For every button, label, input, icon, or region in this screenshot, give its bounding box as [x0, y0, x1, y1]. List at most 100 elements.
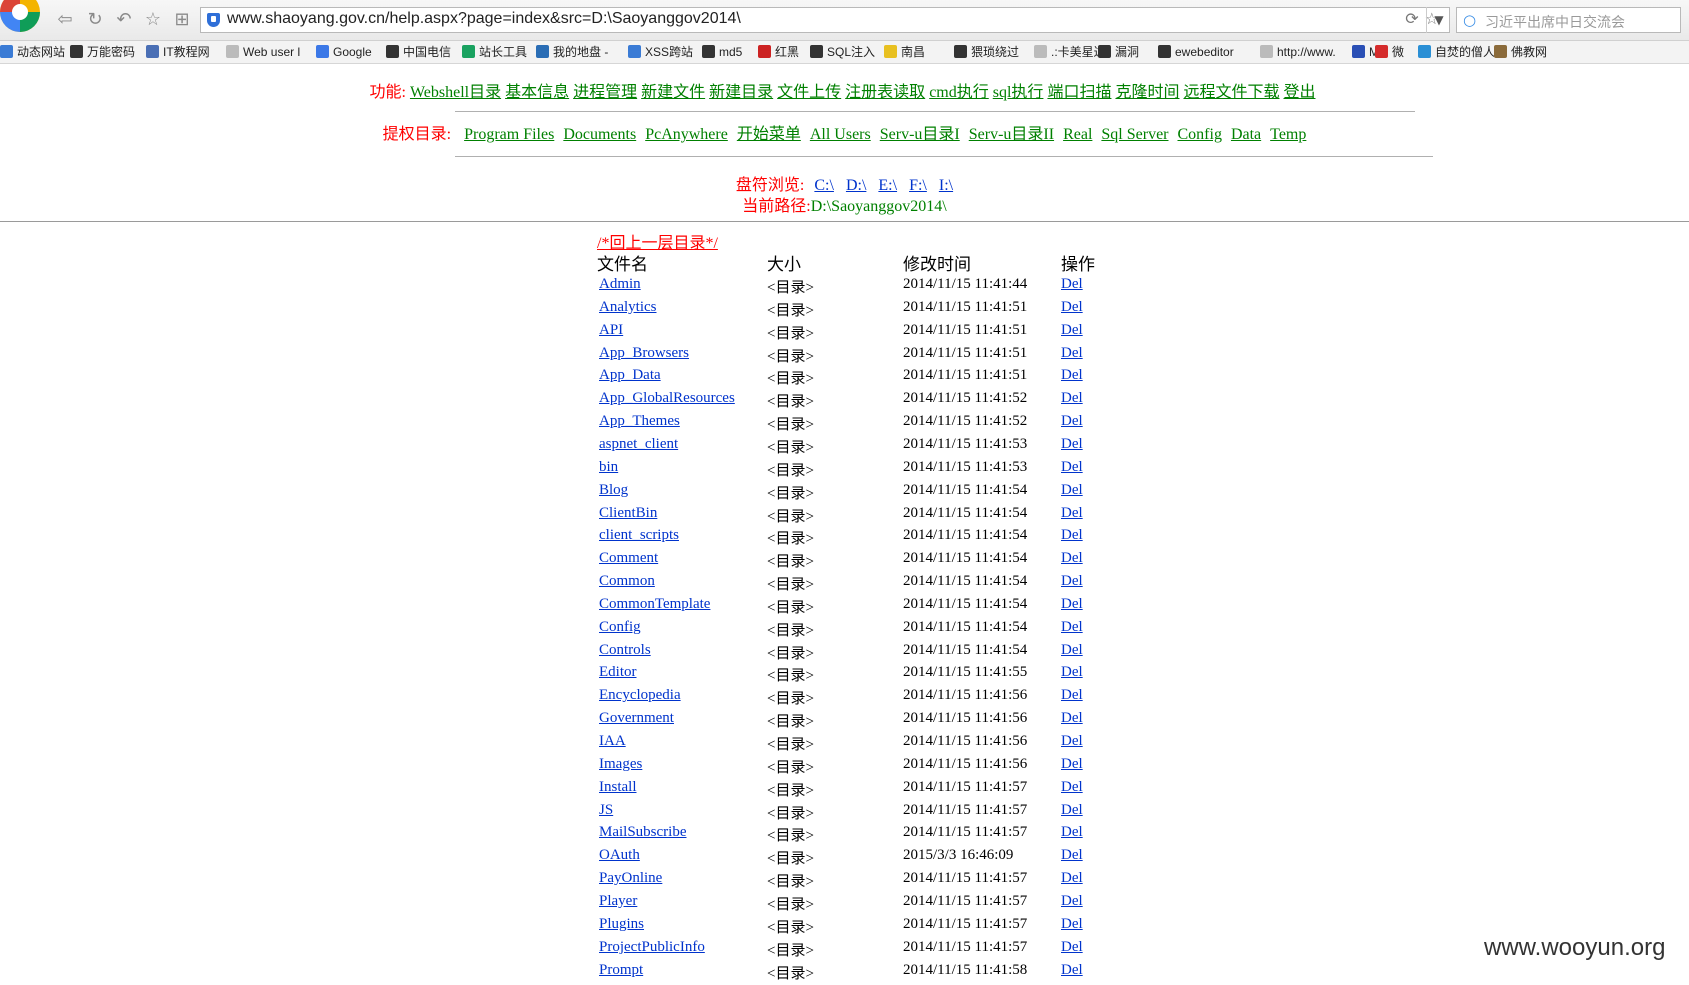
delete-link[interactable]: Del: [1061, 390, 1083, 407]
folder-name-link[interactable]: MailSubscribe: [599, 824, 687, 841]
privilege-dir-link[interactable]: Serv-u目录I: [880, 126, 960, 143]
folder-name-link[interactable]: Comment: [599, 550, 658, 567]
folder-name-link[interactable]: bin: [599, 459, 618, 476]
folder-name-link[interactable]: Config: [599, 619, 641, 636]
folder-name-link[interactable]: Analytics: [599, 299, 657, 316]
grid-icon[interactable]: ⊞: [171, 9, 193, 31]
folder-name-link[interactable]: IAA: [599, 733, 626, 750]
delete-link[interactable]: Del: [1061, 299, 1083, 316]
bookmark-item[interactable]: Google: [316, 43, 372, 61]
bookmark-item[interactable]: IT教程网: [146, 43, 210, 61]
function-link[interactable]: 登出: [1283, 84, 1315, 101]
privilege-dir-link[interactable]: Temp: [1270, 126, 1306, 143]
bookmark-item[interactable]: 万能密码: [70, 43, 135, 61]
function-link[interactable]: 远程文件下载: [1183, 84, 1279, 101]
bookmark-item[interactable]: 猥琐绕过: [954, 43, 1019, 61]
function-link[interactable]: 基本信息: [505, 84, 569, 101]
folder-name-link[interactable]: App_GlobalResources: [599, 390, 735, 407]
folder-name-link[interactable]: client_scripts: [599, 527, 679, 544]
delete-link[interactable]: Del: [1061, 505, 1083, 522]
favorite-icon[interactable]: ☆: [142, 9, 164, 31]
address-dropdown-chevron-down-icon[interactable]: ▼: [1426, 7, 1451, 33]
folder-name-link[interactable]: Install: [599, 779, 637, 796]
folder-name-link[interactable]: API: [599, 322, 623, 339]
bookmark-item[interactable]: 佛教网: [1494, 43, 1547, 61]
bookmark-item[interactable]: md5: [702, 43, 742, 61]
function-link[interactable]: 新建目录: [709, 84, 773, 101]
delete-link[interactable]: Del: [1061, 322, 1083, 339]
delete-link[interactable]: Del: [1061, 550, 1083, 567]
function-link[interactable]: cmd执行: [929, 84, 989, 101]
search-icon[interactable]: ○: [1463, 11, 1476, 29]
bookmark-item[interactable]: ewebeditor: [1158, 43, 1234, 61]
delete-link[interactable]: Del: [1061, 436, 1083, 453]
folder-name-link[interactable]: aspnet_client: [599, 436, 678, 453]
undo-icon[interactable]: ↶: [113, 9, 135, 31]
delete-link[interactable]: Del: [1061, 459, 1083, 476]
folder-name-link[interactable]: App_Data: [599, 367, 661, 384]
delete-link[interactable]: Del: [1061, 527, 1083, 544]
delete-link[interactable]: Del: [1061, 687, 1083, 704]
bookmark-item[interactable]: 我的地盘 -: [536, 43, 608, 61]
search-box[interactable]: ○ 习近平出席中日交流会: [1456, 7, 1681, 33]
delete-link[interactable]: Del: [1061, 870, 1083, 887]
search-input[interactable]: 习近平出席中日交流会: [1485, 12, 1625, 32]
privilege-dir-link[interactable]: Serv-u目录II: [969, 126, 1054, 143]
folder-name-link[interactable]: Plugins: [599, 916, 644, 933]
url-text[interactable]: www.shaoyang.gov.cn/help.aspx?page=index…: [227, 10, 741, 28]
delete-link[interactable]: Del: [1061, 779, 1083, 796]
privilege-dir-link[interactable]: Sql Server: [1101, 126, 1168, 143]
function-link[interactable]: 新建文件: [641, 84, 705, 101]
folder-name-link[interactable]: Government: [599, 710, 674, 727]
delete-link[interactable]: Del: [1061, 345, 1083, 362]
function-link[interactable]: 克隆时间: [1115, 84, 1179, 101]
delete-link[interactable]: Del: [1061, 413, 1083, 430]
folder-name-link[interactable]: Images: [599, 756, 642, 773]
delete-link[interactable]: Del: [1061, 939, 1083, 956]
delete-link[interactable]: Del: [1061, 276, 1083, 293]
folder-name-link[interactable]: ClientBin: [599, 505, 657, 522]
bookmark-item[interactable]: SQL注入: [810, 43, 875, 61]
privilege-dir-link[interactable]: Data: [1231, 126, 1261, 143]
delete-link[interactable]: Del: [1061, 619, 1083, 636]
delete-link[interactable]: Del: [1061, 573, 1083, 590]
delete-link[interactable]: Del: [1061, 596, 1083, 613]
delete-link[interactable]: Del: [1061, 824, 1083, 841]
bookmark-item[interactable]: http://www.: [1260, 43, 1336, 61]
privilege-dir-link[interactable]: Documents: [563, 126, 636, 143]
privilege-dir-link[interactable]: 开始菜单: [737, 126, 801, 143]
privilege-dir-link[interactable]: All Users: [810, 126, 871, 143]
delete-link[interactable]: Del: [1061, 847, 1083, 864]
bookmark-item[interactable]: 漏洞: [1098, 43, 1139, 61]
folder-name-link[interactable]: Blog: [599, 482, 628, 499]
back-icon[interactable]: ⇦: [54, 9, 76, 31]
privilege-dir-link[interactable]: Config: [1178, 126, 1222, 143]
folder-name-link[interactable]: Admin: [599, 276, 641, 293]
folder-name-link[interactable]: CommonTemplate: [599, 596, 710, 613]
folder-name-link[interactable]: App_Themes: [599, 413, 680, 430]
folder-name-link[interactable]: PayOnline: [599, 870, 662, 887]
function-link[interactable]: Webshell目录: [410, 84, 501, 101]
folder-name-link[interactable]: Editor: [599, 664, 637, 681]
function-link[interactable]: 文件上传: [777, 84, 841, 101]
folder-name-link[interactable]: JS: [599, 802, 613, 819]
compat-mode-icon[interactable]: ⟳: [1405, 9, 1424, 28]
privilege-dir-link[interactable]: Real: [1063, 126, 1092, 143]
privilege-dir-link[interactable]: PcAnywhere: [645, 126, 728, 143]
delete-link[interactable]: Del: [1061, 916, 1083, 933]
bookmark-item[interactable]: Web user l: [226, 43, 300, 61]
delete-link[interactable]: Del: [1061, 482, 1083, 499]
function-link[interactable]: 端口扫描: [1047, 84, 1111, 101]
bookmark-item[interactable]: .:卡美星达: [1034, 43, 1106, 61]
delete-link[interactable]: Del: [1061, 642, 1083, 659]
delete-link[interactable]: Del: [1061, 756, 1083, 773]
folder-name-link[interactable]: App_Browsers: [599, 345, 689, 362]
bookmark-item[interactable]: 动态网站: [0, 43, 65, 61]
delete-link[interactable]: Del: [1061, 962, 1083, 979]
privilege-dir-link[interactable]: Program Files: [464, 126, 554, 143]
folder-name-link[interactable]: Common: [599, 573, 655, 590]
delete-link[interactable]: Del: [1061, 893, 1083, 910]
function-link[interactable]: 进程管理: [573, 84, 637, 101]
folder-name-link[interactable]: OAuth: [599, 847, 640, 864]
bookmark-item[interactable]: 微: [1375, 43, 1404, 61]
